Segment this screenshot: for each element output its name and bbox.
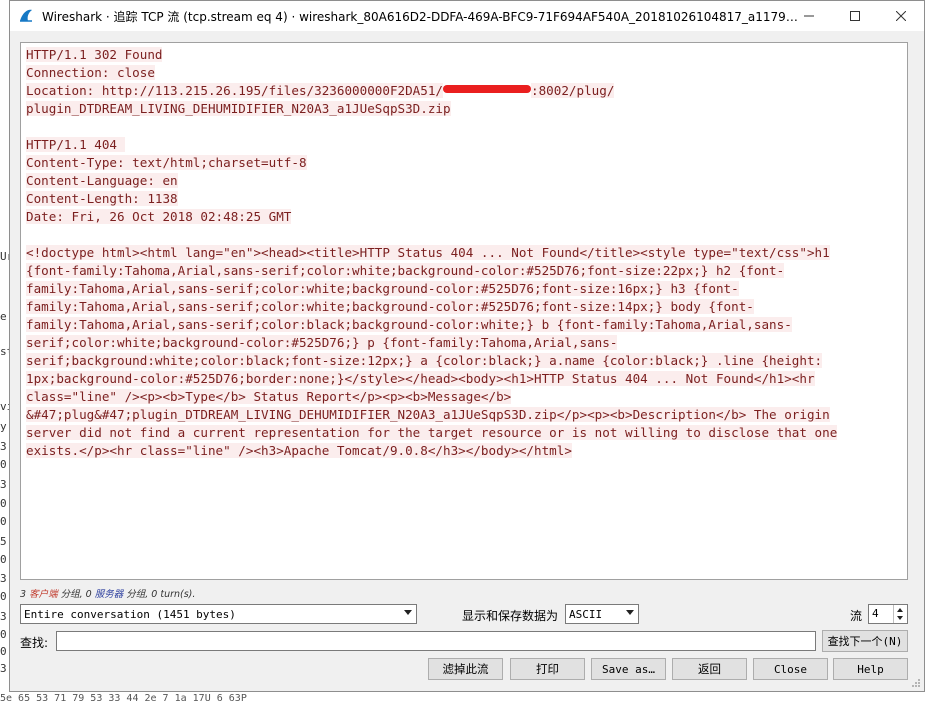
stream-line-text: Date: Fri, 26 Oct 2018 02:48:25 GMT <box>26 209 292 224</box>
status-middle-text: 分组, 0 <box>57 589 95 600</box>
chevron-down-icon <box>626 610 634 615</box>
chevron-down-icon <box>404 610 412 615</box>
stream-line-text: {font-family:Tahoma,Arial,sans-serif;col… <box>26 263 785 278</box>
minimize-button[interactable] <box>786 1 832 31</box>
stream-line-text: serif;color:white;background-color:#525D… <box>26 335 618 350</box>
stream-line: Date: Fri, 26 Oct 2018 02:48:25 GMT <box>26 208 907 226</box>
stream-line: family:Tahoma,Arial,sans-serif;color:whi… <box>26 280 907 298</box>
redaction-mark <box>443 84 532 93</box>
stream-line: HTTP/1.1 302 Found <box>26 46 907 64</box>
follow-tcp-stream-window: Wireshark · 追踪 TCP 流 (tcp.stream eq 4) ·… <box>9 0 925 692</box>
stream-line-text: :8002/plug/ <box>531 83 615 98</box>
stream-number-label: 流 <box>850 609 863 623</box>
maximize-icon <box>850 11 860 21</box>
close-icon <box>896 11 906 21</box>
spin-down-icon[interactable] <box>897 616 903 620</box>
show-save-as-label: 显示和保存数据为 <box>462 609 559 623</box>
stream-line-text: family:Tahoma,Arial,sans-serif;color:whi… <box>26 299 754 314</box>
save-as-button[interactable]: Save as… <box>591 658 666 680</box>
find-input[interactable] <box>56 631 816 651</box>
status-client-label: 客户端 <box>29 589 58 600</box>
close-button[interactable]: Close <box>753 658 828 680</box>
stream-line: HTTP/1.1 404 <box>26 136 907 154</box>
stream-line: family:Tahoma,Arial,sans-serif;color:whi… <box>26 298 907 316</box>
find-next-button[interactable]: 查找下一个(N) <box>822 630 908 652</box>
stream-line: 1px;background-color:#525D76;border:none… <box>26 370 907 388</box>
status-suffix: 分组, 0 turn(s). <box>123 589 196 600</box>
stream-line: class="line" /><p><b>Type</b> Status Rep… <box>26 388 907 406</box>
maximize-button[interactable] <box>832 1 878 31</box>
stream-line: &#47;plug&#47;plugin_DTDREAM_LIVING_DEHU… <box>26 406 907 424</box>
stream-line: Connection: close <box>26 64 907 82</box>
stream-line-text: HTTP/1.1 404 <box>26 137 125 152</box>
minimize-icon <box>804 15 814 17</box>
background-window-bottom-edge: 5e 65 53 71 79 53 33 44 2e 7 1a 17U 6 63… <box>0 692 926 702</box>
find-label: 查找: <box>20 636 49 650</box>
back-button[interactable]: 返回 <box>672 658 747 680</box>
stream-line <box>26 226 907 244</box>
stream-line: serif;color:white;background-color:#525D… <box>26 334 907 352</box>
filter-out-stream-button[interactable]: 滤掉此流 <box>428 658 503 680</box>
spin-up-icon[interactable] <box>897 608 903 612</box>
window-title: Wireshark · 追踪 TCP 流 (tcp.stream eq 4) ·… <box>42 9 802 24</box>
status-prefix: 3 <box>20 589 30 600</box>
stream-text: HTTP/1.1 302 Found Connection: close Locat… <box>21 43 907 460</box>
stream-line: serif;background:white;color:black;font-… <box>26 352 907 370</box>
stream-status-line: 3 客户端 分组, 0 服务器 分组, 0 turn(s). <box>20 586 195 600</box>
stream-line-text: serif;background:white;color:black;font-… <box>26 353 823 368</box>
stream-line: family:Tahoma,Arial,sans-serif;color:bla… <box>26 316 907 334</box>
stream-line-text: class="line" /><p><b>Type</b> Status Rep… <box>26 389 512 404</box>
stream-line-text: Connection: close <box>26 65 155 80</box>
conversation-select-value: Entire conversation (1451 bytes) <box>24 607 236 621</box>
print-button[interactable]: 打印 <box>510 658 585 680</box>
stream-line-text: <!doctype html><html lang="en"><head><ti… <box>26 245 830 260</box>
stream-line: exists.</p><hr class="line" /><h3>Apache… <box>26 442 907 460</box>
resize-grip-icon[interactable] <box>911 678 921 688</box>
stream-line-text: &#47;plug&#47;plugin_DTDREAM_LIVING_DEHU… <box>26 407 830 422</box>
stream-line: <!doctype html><html lang="en"><head><ti… <box>26 244 907 262</box>
stream-content-area[interactable]: HTTP/1.1 302 Found Connection: close Locat… <box>20 42 908 580</box>
stream-line-text: 1px;background-color:#525D76;border:none… <box>26 371 815 386</box>
wireshark-fin-icon <box>18 8 34 24</box>
background-bottom-text: 5e 65 53 71 79 53 33 44 2e 7 1a 17U 6 63… <box>0 693 247 702</box>
stream-line: Location: http://113.215.26.195/files/32… <box>26 82 907 100</box>
stream-line-text: Content-Language: en <box>26 173 178 188</box>
stream-line-text: Content-Length: 1138 <box>26 191 178 206</box>
format-select[interactable]: ASCII <box>565 604 639 624</box>
status-server-label: 服务器 <box>94 589 124 600</box>
stream-line-text: exists.</p><hr class="line" /><h3>Apache… <box>26 443 572 458</box>
stream-line-text: Content-Type: text/html;charset=utf-8 <box>26 155 307 170</box>
stream-line: Content-Type: text/html;charset=utf-8 <box>26 154 907 172</box>
stream-line <box>26 118 907 136</box>
stream-line: server did not find a current representa… <box>26 424 907 442</box>
stream-line-text: HTTP/1.1 302 Found <box>26 47 163 62</box>
stream-line-text: plugin_DTDREAM_LIVING_DEHUMIDIFIER_N20A3… <box>26 101 451 116</box>
stream-line: Content-Language: en <box>26 172 907 190</box>
stream-line: {font-family:Tahoma,Arial,sans-serif;col… <box>26 262 907 280</box>
conversation-select[interactable]: Entire conversation (1451 bytes) <box>20 604 417 624</box>
title-bar[interactable]: Wireshark · 追踪 TCP 流 (tcp.stream eq 4) ·… <box>10 1 924 31</box>
help-button[interactable]: Help <box>833 658 908 680</box>
stream-number-value: 4 <box>872 607 879 620</box>
stream-line-text: family:Tahoma,Arial,sans-serif;color:bla… <box>26 317 792 332</box>
stream-line: plugin_DTDREAM_LIVING_DEHUMIDIFIER_N20A3… <box>26 100 907 118</box>
stream-line: Content-Length: 1138 <box>26 190 907 208</box>
stream-line-text: server did not find a current representa… <box>26 425 838 440</box>
stream-line-text: family:Tahoma,Arial,sans-serif;color:whi… <box>26 281 739 296</box>
close-window-button[interactable] <box>878 1 924 31</box>
format-select-value: ASCII <box>569 607 603 621</box>
stream-line-text: Location: http://113.215.26.195/files/32… <box>26 83 444 98</box>
stream-number-spinbox[interactable]: 4 <box>868 604 908 624</box>
